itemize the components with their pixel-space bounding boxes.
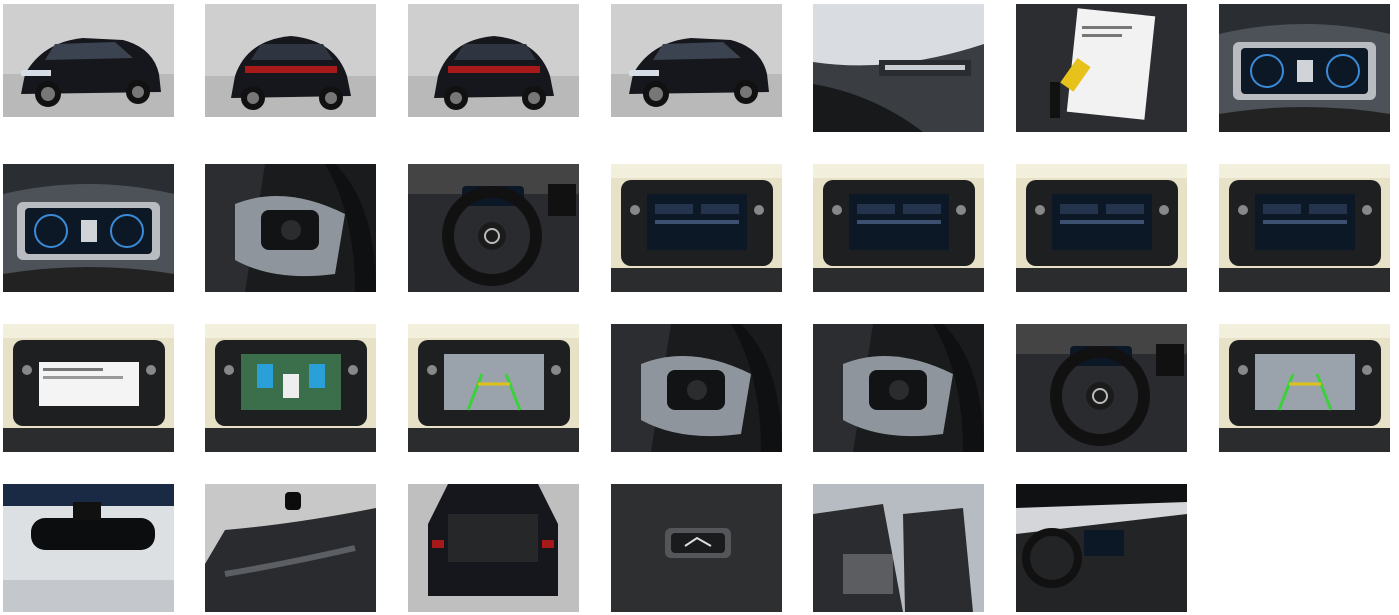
photo-thumbnail-car-front-left-exterior[interactable] bbox=[3, 4, 174, 117]
photo-image bbox=[205, 324, 376, 452]
photo-thumbnail-steering-wheel-and-dashboard[interactable] bbox=[1016, 324, 1187, 452]
photo-thumbnail-door-interior-panel[interactable] bbox=[205, 484, 376, 612]
photo-image bbox=[813, 324, 984, 452]
photo-thumbnail-steering-wheel-controls[interactable] bbox=[205, 164, 376, 292]
photo-image bbox=[611, 164, 782, 292]
photo-image bbox=[813, 4, 984, 132]
photo-image bbox=[1219, 164, 1390, 292]
photo-thumbnail-front-interior-and-panoramic-roof[interactable] bbox=[1016, 484, 1187, 612]
photo-image bbox=[1016, 164, 1187, 292]
photo-image bbox=[408, 484, 579, 612]
photo-thumbnail-infotainment-screen[interactable] bbox=[1219, 164, 1390, 292]
photo-thumbnail-steering-wheel-and-dashboard[interactable] bbox=[408, 164, 579, 292]
photo-thumbnail-windshield-vin-plate[interactable] bbox=[813, 4, 984, 132]
photo-image bbox=[1016, 324, 1187, 452]
photo-thumbnail-infotainment-screen[interactable] bbox=[813, 164, 984, 292]
photo-thumbnail-steering-wheel-controls[interactable] bbox=[611, 324, 782, 452]
photo-image bbox=[408, 324, 579, 452]
photo-image bbox=[205, 4, 376, 117]
photo-image bbox=[1219, 324, 1390, 452]
photo-thumbnail-car-front-exterior[interactable] bbox=[611, 4, 782, 117]
photo-image bbox=[408, 164, 579, 292]
photo-thumbnail-reversing-camera-screen[interactable] bbox=[408, 324, 579, 452]
photo-image bbox=[813, 484, 984, 612]
photo-thumbnail-trunk-release-button[interactable] bbox=[611, 484, 782, 612]
photo-thumbnail-car-rear-exterior[interactable] bbox=[408, 4, 579, 117]
photo-image bbox=[3, 324, 174, 452]
photo-gallery bbox=[0, 0, 1399, 615]
photo-image bbox=[1016, 4, 1187, 132]
photo-image bbox=[3, 484, 174, 612]
photo-image bbox=[611, 324, 782, 452]
photo-thumbnail-open-trunk[interactable] bbox=[408, 484, 579, 612]
photo-image bbox=[1016, 484, 1187, 612]
photo-image bbox=[3, 164, 174, 292]
photo-image bbox=[205, 484, 376, 612]
photo-thumbnail-car-rear-left-exterior[interactable] bbox=[205, 4, 376, 117]
photo-thumbnail-infotainment-service-screen[interactable] bbox=[3, 324, 174, 452]
photo-thumbnail-keys-and-documents[interactable] bbox=[1016, 4, 1187, 132]
photo-thumbnail-steering-wheel-controls[interactable] bbox=[813, 324, 984, 452]
photo-thumbnail-rear-seats[interactable] bbox=[813, 484, 984, 612]
photo-image bbox=[1219, 4, 1390, 132]
photo-image bbox=[205, 164, 376, 292]
photo-thumbnail-rear-view-mirror[interactable] bbox=[3, 484, 174, 612]
photo-thumbnail-reversing-camera-screen[interactable] bbox=[1219, 324, 1390, 452]
photo-image bbox=[611, 4, 782, 117]
photo-image bbox=[408, 4, 579, 117]
photo-thumbnail-infotainment-screen[interactable] bbox=[611, 164, 782, 292]
photo-thumbnail-digital-instrument-cluster[interactable] bbox=[1219, 4, 1390, 132]
photo-thumbnail-digital-instrument-cluster[interactable] bbox=[3, 164, 174, 292]
photo-image bbox=[611, 484, 782, 612]
photo-thumbnail-infotainment-screen[interactable] bbox=[1016, 164, 1187, 292]
photo-image bbox=[813, 164, 984, 292]
photo-thumbnail-infotainment-area-view[interactable] bbox=[205, 324, 376, 452]
photo-image bbox=[3, 4, 174, 117]
